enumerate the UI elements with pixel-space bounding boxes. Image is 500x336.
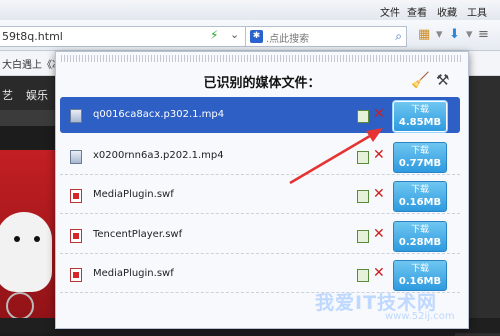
watermark-url: www.52ij.com	[385, 311, 455, 322]
video-file-icon	[70, 109, 82, 123]
menu-view[interactable]: 查看	[407, 4, 427, 19]
lightning-icon[interactable]: ⚡	[210, 28, 218, 42]
search-placeholder: .点此搜索	[266, 34, 310, 45]
menu-tools[interactable]: 工具	[467, 4, 487, 19]
menu-file[interactable]: 文件	[380, 4, 400, 19]
download-button[interactable]: 下载 4.85MB	[393, 101, 447, 132]
menu-favorites[interactable]: 收藏	[437, 4, 457, 19]
file-row[interactable]: x0200rnn6a3.p202.1.mp4 ✕ 下载 0.77MB	[60, 138, 460, 175]
copy-icon[interactable]	[357, 230, 369, 243]
url-text: 59t8q.html	[2, 30, 63, 43]
baymax-eye	[14, 236, 20, 242]
nav-item-entertainment[interactable]: 娱乐	[26, 87, 48, 103]
file-name: x0200rnn6a3.p202.1.mp4	[93, 150, 224, 161]
address-bar: 59t8q.html ⚡ ⌄ ✱ .点此搜索 ⌕ ▦ ▾ ⬇ ▾ ≡	[0, 20, 500, 51]
baymax-eye	[34, 236, 40, 242]
download-label: 下载	[410, 146, 429, 156]
popup-title: 已识别的媒体文件：	[203, 76, 321, 91]
file-name: q0016ca8acx.p302.1.mp4	[93, 109, 225, 120]
copy-icon[interactable]	[357, 110, 369, 123]
file-size: 0.77MB	[398, 158, 442, 169]
download-label: 下载	[410, 225, 429, 235]
file-size: 0.16MB	[398, 197, 442, 208]
delete-icon[interactable]: ✕	[373, 265, 385, 281]
apps-icon[interactable]: ▦	[418, 28, 430, 42]
baidu-paw-icon: ✱	[250, 30, 263, 43]
broom-icon[interactable]: 🧹	[411, 71, 430, 89]
copy-icon[interactable]	[357, 151, 369, 164]
file-size: 0.28MB	[398, 237, 442, 248]
delete-icon[interactable]: ✕	[373, 106, 385, 122]
delete-icon[interactable]: ✕	[373, 226, 385, 242]
download-button[interactable]: 下载 0.16MB	[393, 260, 447, 291]
menu-icon[interactable]: ≡	[478, 28, 489, 42]
dropdown-icon[interactable]: ▾	[436, 28, 443, 42]
download-label: 下载	[410, 105, 429, 115]
download-button[interactable]: 下载 0.28MB	[393, 221, 447, 252]
file-row[interactable]: q0016ca8acx.p302.1.mp4 ✕ 下载 4.85MB	[60, 97, 460, 133]
dropdown-icon[interactable]: ▾	[466, 28, 473, 42]
delete-icon[interactable]: ✕	[373, 186, 385, 202]
flash-file-icon	[70, 268, 82, 282]
search-input[interactable]: ✱ .点此搜索 ⌕	[245, 26, 407, 47]
file-row[interactable]: MediaPlugin.swf ✕ 下载 0.16MB	[60, 177, 460, 214]
tools-icon[interactable]: ⚒	[436, 71, 449, 89]
file-name: MediaPlugin.swf	[93, 268, 174, 279]
file-size: 4.85MB	[398, 117, 442, 128]
nav-item-art[interactable]: 艺	[2, 87, 13, 103]
baymax-image	[0, 212, 52, 292]
download-icon[interactable]: ⬇	[449, 28, 460, 42]
play-ring-icon[interactable]	[6, 292, 34, 320]
copy-icon[interactable]	[357, 269, 369, 282]
search-icon[interactable]: ⌕	[395, 29, 402, 44]
delete-icon[interactable]: ✕	[373, 147, 385, 163]
download-label: 下载	[410, 264, 429, 274]
chevron-down-icon[interactable]: ⌄	[230, 28, 239, 41]
url-input[interactable]: 59t8q.html ⚡ ⌄	[0, 26, 246, 47]
popup-drag-handle[interactable]	[61, 55, 461, 62]
file-row[interactable]: TencentPlayer.swf ✕ 下载 0.28MB	[60, 217, 460, 254]
menu-bar: 文件 查看 收藏 工具	[0, 0, 500, 20]
file-name: MediaPlugin.swf	[93, 189, 174, 200]
video-file-icon	[70, 150, 82, 164]
page-nav: 艺 娱乐	[0, 76, 60, 110]
flash-file-icon	[70, 229, 82, 243]
file-name: TencentPlayer.swf	[93, 229, 183, 240]
download-label: 下载	[410, 185, 429, 195]
file-size: 0.16MB	[398, 276, 442, 287]
flash-file-icon	[70, 189, 82, 203]
download-button[interactable]: 下载 0.77MB	[393, 142, 447, 173]
download-button[interactable]: 下载 0.16MB	[393, 181, 447, 212]
copy-icon[interactable]	[357, 190, 369, 203]
